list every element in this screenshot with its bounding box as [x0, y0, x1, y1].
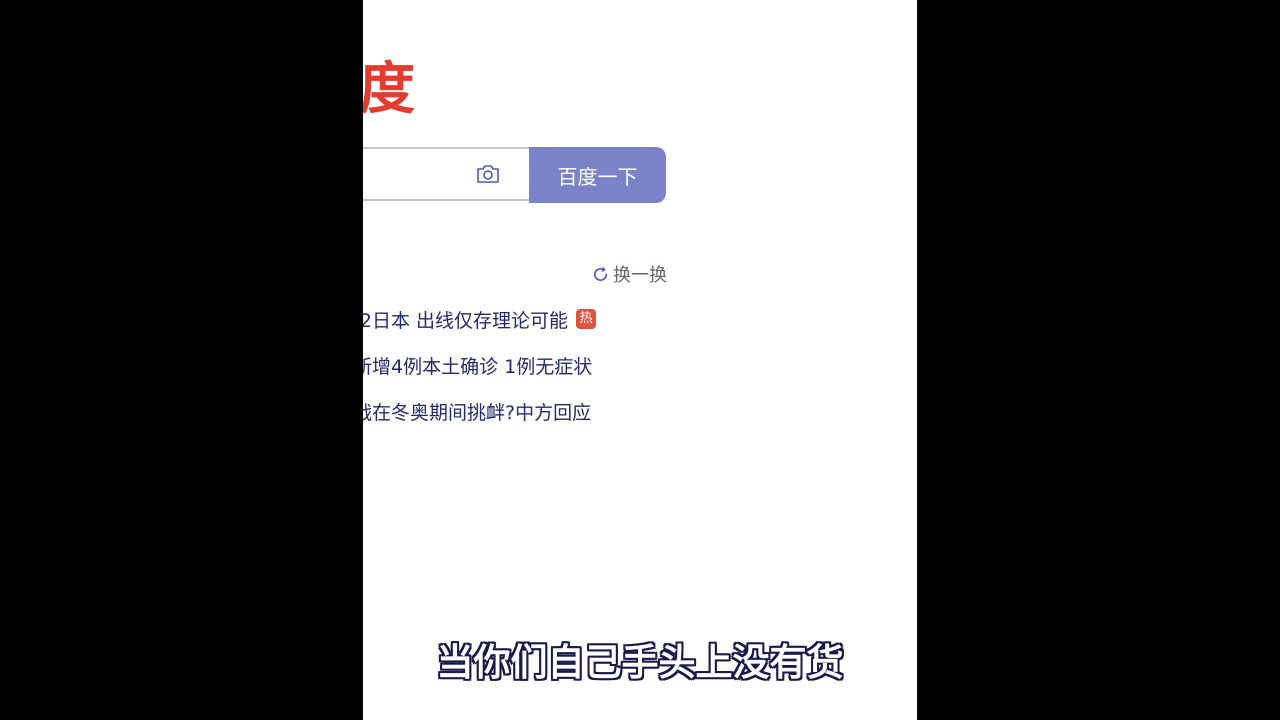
search-input[interactable] — [363, 149, 467, 199]
hot-search-text[interactable]: 新增4例本土确诊 1例无症状 — [363, 352, 592, 379]
hot-search-item[interactable]: -2日本 出线仅存理论可能 热 — [363, 296, 596, 342]
hot-search-text[interactable]: 战在冬奥期间挑衅?中方回应 — [363, 398, 591, 425]
search-button[interactable]: 百度一下 — [529, 147, 666, 203]
hot-search-item[interactable]: 战在冬奥期间挑衅?中方回应 — [363, 388, 596, 434]
refresh-label: 换一换 — [613, 265, 667, 286]
hot-search-list: -2日本 出线仅存理论可能 热 新增4例本土确诊 1例无症状 战在冬奥期间挑衅?… — [363, 296, 596, 434]
baidu-logo[interactable]: 度 — [363, 58, 415, 122]
search-box[interactable] — [363, 147, 529, 201]
hot-search-item[interactable]: 新增4例本土确诊 1例无症状 — [363, 342, 596, 388]
browser-page: 度 百度一下 换一换 -2日本 出线仅存理论可能 热 新增4例本土确诊 1例无症… — [363, 0, 917, 720]
hot-badge: 热 — [576, 309, 596, 329]
refresh-icon — [593, 266, 608, 281]
hot-search-text[interactable]: -2日本 出线仅存理论可能 — [363, 306, 568, 333]
refresh-button[interactable]: 换一换 — [592, 262, 667, 286]
camera-icon[interactable] — [475, 163, 501, 185]
video-frame: 度 百度一下 换一换 -2日本 出线仅存理论可能 热 新增4例本土确诊 1例无症… — [0, 0, 1280, 720]
video-subtitle: 当你们自己手头上没有货 — [436, 641, 844, 684]
